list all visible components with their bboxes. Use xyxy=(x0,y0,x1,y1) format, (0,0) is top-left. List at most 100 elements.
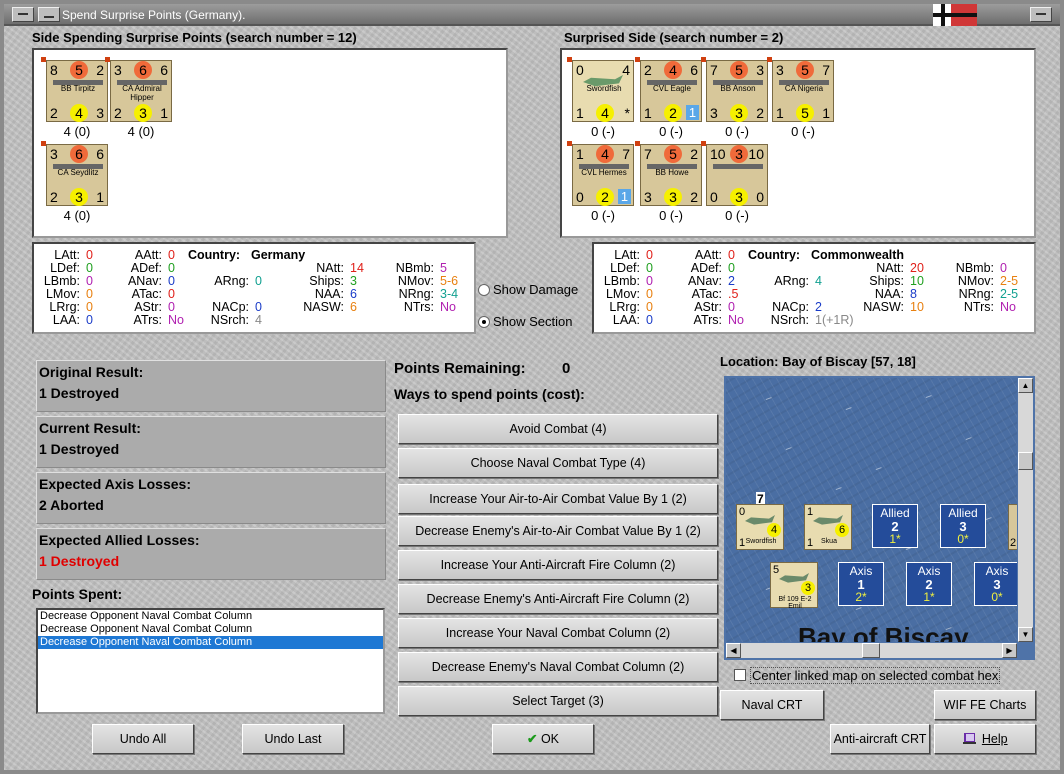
spend-option-label: Decrease Enemy's Naval Combat Column (2) xyxy=(431,660,685,674)
combat-box[interactable]: Axis 2 1* xyxy=(906,562,952,606)
combat-box[interactable]: Allied 3 0* xyxy=(940,504,986,548)
counter-defense-value: 3 xyxy=(134,104,152,122)
combat-box[interactable]: Axis 3 0* xyxy=(974,562,1017,606)
unit-counter[interactable]: 1 4 7 CVL Hermes 0 2 1 xyxy=(567,141,634,206)
window-title: Spend Surprise Points (Germany). xyxy=(62,8,246,22)
spend-option-button[interactable]: Decrease Enemy's Anti-Aircraft Fire Colu… xyxy=(398,584,718,614)
spend-option-button[interactable]: Avoid Combat (4) xyxy=(398,414,718,444)
map-sea-area[interactable]: 7 0 Swordfish 1 4 1 Skua 1 6 5 Bf 109 E-2 Emil 3 All… xyxy=(726,378,1017,642)
atrs-label: ATrs: xyxy=(693,313,722,327)
map-unit-top-left: 5 xyxy=(773,564,780,576)
minimize-button[interactable] xyxy=(38,7,60,22)
close-button[interactable] xyxy=(1030,7,1052,22)
counter-caption: 0 (-) xyxy=(659,208,683,223)
arng-label: ARng: xyxy=(214,274,249,288)
lbmb-value: 0 xyxy=(86,274,93,288)
combat-box[interactable]: Allied 2 1* xyxy=(872,504,918,548)
scroll-hthumb[interactable] xyxy=(862,643,880,658)
scroll-left-arrow-icon[interactable]: ◀ xyxy=(726,643,741,658)
map-unit-counter[interactable]: 0 Swordfish 1 4 xyxy=(736,504,784,550)
counter-attack-value: 5 xyxy=(730,61,748,79)
natt-label: NAtt: xyxy=(876,261,904,275)
center-linked-checkbox[interactable] xyxy=(734,669,746,681)
counter-unit-name: BB Anson xyxy=(720,84,756,93)
wif-charts-label: WIF FE Charts xyxy=(943,698,1027,712)
map-unit-counter[interactable]: 1 Skua 1 6 xyxy=(804,504,852,550)
counter-defense-value: 2 xyxy=(664,104,682,122)
help-button[interactable]: Help xyxy=(934,724,1036,754)
scroll-down-arrow-icon[interactable]: ▼ xyxy=(1018,627,1033,642)
counter-attack-value: 5 xyxy=(796,61,814,79)
points-spent-list[interactable]: Decrease Opponent Naval Combat Column Dec… xyxy=(36,608,385,714)
result-box: Original Result: 1 Destroyed xyxy=(36,360,386,412)
wif-charts-button[interactable]: WIF FE Charts xyxy=(934,690,1036,720)
show-section-radio[interactable] xyxy=(478,316,490,328)
counter-top-right: 6 xyxy=(96,146,104,162)
map-unit-bottom-left: 1 xyxy=(739,537,746,549)
unit-counter[interactable]: 10 3 10 0 3 0 xyxy=(701,141,768,206)
title-bar[interactable]: Spend Surprise Points (Germany). xyxy=(4,4,1060,26)
spend-option-button[interactable]: Decrease Enemy's Air-to-Air Combat Value… xyxy=(398,516,718,546)
show-damage-radio[interactable] xyxy=(478,284,490,296)
spend-option-button[interactable]: Increase Your Naval Combat Column (2) xyxy=(398,618,718,648)
map-vertical-scrollbar[interactable]: ▲ ▼ xyxy=(1018,378,1033,642)
ntrs-value: No xyxy=(1000,300,1016,314)
map-unit-counter[interactable]: 5 Bf 109 E-2 Emil 3 xyxy=(770,562,818,610)
ships-value: 10 xyxy=(910,274,924,288)
spend-option-button[interactable]: Choose Naval Combat Type (4) xyxy=(398,448,718,478)
help-book-icon xyxy=(962,725,978,753)
map-edge-counter[interactable]: 2 xyxy=(1008,504,1017,550)
wave-mark-icon xyxy=(845,407,853,412)
counter-caption: 4 (0) xyxy=(63,208,91,223)
naa-value: 8 xyxy=(910,287,917,301)
points-spent-item[interactable]: Decrease Opponent Naval Combat Column xyxy=(38,636,383,649)
undo-last-button[interactable]: Undo Last xyxy=(242,724,344,754)
nacp-label: NACp: xyxy=(772,300,809,314)
aa-crt-button[interactable]: Anti-aircraft CRT xyxy=(830,724,930,754)
spend-option-label: Avoid Combat (4) xyxy=(509,422,607,436)
lbmb-value: 0 xyxy=(646,274,653,288)
unit-counter[interactable]: 8 5 2 BB Tirpitz 2 4 3 xyxy=(41,57,108,122)
spend-option-button[interactable]: Decrease Enemy's Naval Combat Column (2) xyxy=(398,652,718,682)
aatt-label: AAtt: xyxy=(694,248,722,262)
location-map[interactable]: 7 0 Swordfish 1 4 1 Skua 1 6 5 Bf 109 E-2 Emil 3 All… xyxy=(724,376,1035,660)
arng-label: ARng: xyxy=(774,274,809,288)
spend-option-button[interactable]: Increase Your Air-to-Air Combat Value By… xyxy=(398,484,718,514)
aatt-value: 0 xyxy=(168,248,175,262)
ok-button[interactable]: ✔ OK xyxy=(492,724,594,754)
unit-counter[interactable]: 7 5 3 BB Anson 3 3 2 xyxy=(701,57,768,122)
unit-counter[interactable]: 3 6 6 CA Admiral Hipper 2 3 1 xyxy=(105,57,172,122)
combat-box[interactable]: Axis 1 2* xyxy=(838,562,884,606)
nmov-value: 2-5 xyxy=(1000,274,1019,288)
scroll-up-arrow-icon[interactable]: ▲ xyxy=(1018,378,1033,393)
nbmb-label: NBmb: xyxy=(955,261,994,275)
show-damage-label: Show Damage xyxy=(493,282,579,297)
counter-top-left: 3 xyxy=(114,62,122,78)
undo-all-button[interactable]: Undo All xyxy=(92,724,194,754)
ok-label: OK xyxy=(540,732,560,746)
ntrs-value: No xyxy=(440,300,456,314)
unit-counter[interactable]: 3 6 6 CA Seydlitz 2 3 1 xyxy=(41,141,108,206)
unit-counter[interactable]: 0 4 Swordfish 1 4 * xyxy=(567,57,634,122)
spend-option-button[interactable]: Increase Your Anti-Aircraft Fire Column … xyxy=(398,550,718,580)
ships-value: 3 xyxy=(350,274,357,288)
counter-top-left: 10 xyxy=(710,146,726,162)
nsrch-value: 1(+1R) xyxy=(815,313,854,327)
naval-crt-button[interactable]: Naval CRT xyxy=(720,690,824,720)
counter-attack-value: 4 xyxy=(596,145,614,163)
scroll-right-arrow-icon[interactable]: ▶ xyxy=(1002,643,1017,658)
counter-marker-icon xyxy=(41,141,46,146)
scroll-thumb[interactable] xyxy=(1018,452,1033,470)
points-spent-item[interactable]: Decrease Opponent Naval Combat Column xyxy=(38,610,383,623)
unit-counter[interactable]: 2 4 6 CVL Eagle 1 2 1 xyxy=(635,57,702,122)
spend-option-button[interactable]: Select Target (3) xyxy=(398,686,718,716)
edge-counter-value: 2 xyxy=(1010,537,1017,549)
map-horizontal-scrollbar[interactable]: ◀ ▶ xyxy=(726,643,1017,658)
left-units-panel: 8 5 2 BB Tirpitz 2 4 3 4 (0) 3 6 6 CA Admiral Hippe… xyxy=(32,48,508,238)
system-menu-button[interactable] xyxy=(12,7,34,22)
points-spent-item[interactable]: Decrease Opponent Naval Combat Column xyxy=(38,623,383,636)
counter-top-right: 3 xyxy=(756,62,764,78)
counter-bottom-left: 0 xyxy=(710,189,718,205)
unit-counter[interactable]: 3 5 7 CA Nigeria 1 5 1 xyxy=(767,57,834,122)
unit-counter[interactable]: 7 5 2 BB Howe 3 3 2 xyxy=(635,141,702,206)
